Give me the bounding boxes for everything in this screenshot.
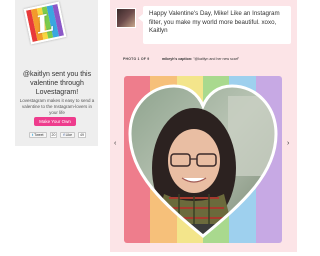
social-buttons: t Tweet 20 f Like 49	[29, 132, 86, 138]
facebook-icon: f	[63, 133, 65, 137]
sender-avatar	[116, 8, 136, 28]
photo-position: PHOTO 1 OF 9	[123, 57, 150, 61]
heart-photo	[128, 84, 278, 238]
valentine-message: Happy Valentine's Day, Mike! Like an Ins…	[138, 6, 291, 44]
next-photo-button[interactable]: ›	[287, 140, 289, 147]
photo-frame	[124, 76, 282, 243]
like-label: Like	[65, 133, 73, 137]
like-count: 49	[78, 132, 86, 138]
caption-user: mikeyh's caption:	[162, 57, 193, 61]
sent-message: @kaitlyn sent you this valentine through…	[22, 71, 92, 96]
tweet-label: Tweet	[34, 133, 44, 137]
make-your-own-button[interactable]: Make Your Own	[34, 117, 76, 126]
tagline: Lovestagram makes it easy to send a vale…	[19, 98, 95, 115]
tweet-button[interactable]: t Tweet	[29, 132, 47, 138]
prev-photo-button[interactable]: ‹	[114, 140, 116, 147]
logo-letter: L	[33, 7, 57, 39]
photo-caption: mikeyh's caption: "@kaitlyn and her new …	[162, 57, 239, 61]
tweet-count: 20	[49, 132, 58, 138]
caption-text: "@kaitlyn and her new scarf"	[193, 57, 240, 61]
like-button[interactable]: f Like	[60, 132, 76, 138]
lovestagram-logo: L	[23, 1, 67, 45]
twitter-icon: t	[32, 133, 34, 137]
